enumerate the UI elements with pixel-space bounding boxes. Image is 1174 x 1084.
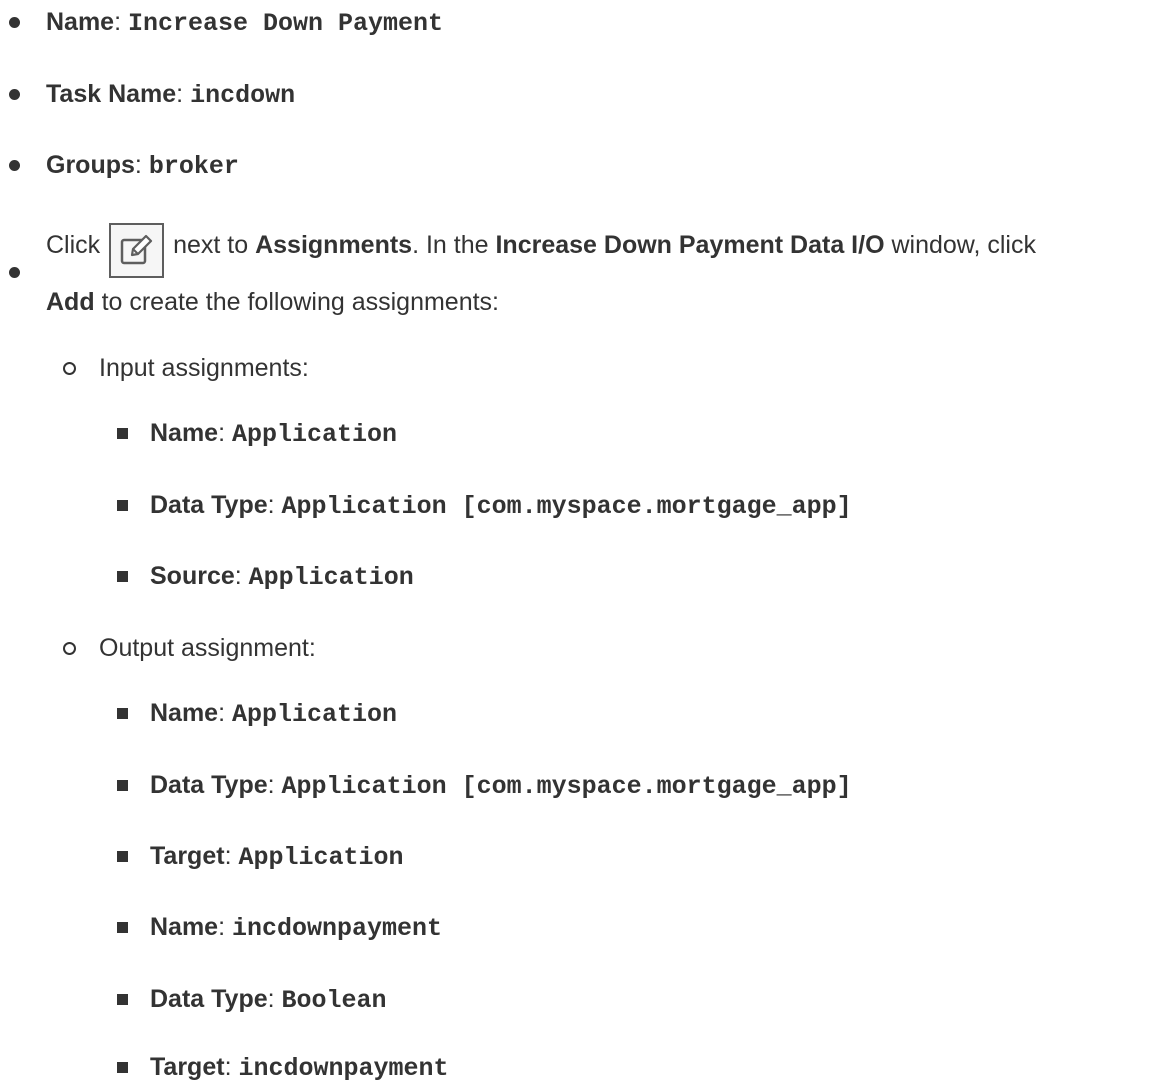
separator: : xyxy=(176,80,191,108)
separator: : xyxy=(267,491,282,519)
bullet-disc xyxy=(9,160,20,171)
bullet-square xyxy=(117,922,128,933)
item-value: incdown xyxy=(190,81,296,110)
item-label: Name xyxy=(150,419,219,447)
item-label: Source xyxy=(150,562,235,590)
output-item: Target: Application xyxy=(150,841,404,873)
separator: : xyxy=(234,562,249,590)
list-item-name: Name: Increase Down Payment xyxy=(46,7,443,39)
separator: : xyxy=(267,771,282,799)
input-heading-text: Input assignments: xyxy=(99,354,309,382)
separator: : xyxy=(134,151,149,179)
separator: : xyxy=(218,419,232,447)
item-value: Application xyxy=(238,843,404,872)
bullet-square xyxy=(117,994,128,1005)
separator: : xyxy=(267,985,282,1013)
window-click-text: window, click xyxy=(891,231,1036,259)
item-label: Target xyxy=(150,842,225,870)
bullet-square xyxy=(117,571,128,582)
input-item: Source: Application xyxy=(150,561,414,593)
input-heading: Input assignments: xyxy=(99,353,309,383)
bullet-square xyxy=(117,428,128,439)
bullet-square xyxy=(117,500,128,511)
item-value: Application xyxy=(248,563,414,592)
output-item: Target: incdownpayment xyxy=(150,1052,449,1084)
separator: : xyxy=(218,913,232,941)
next-to-text: next to xyxy=(173,231,249,259)
item-label: Groups xyxy=(46,151,135,179)
output-item: Data Type: Application [com.myspace.mort… xyxy=(150,770,852,802)
separator: : xyxy=(224,1053,239,1081)
separator: : xyxy=(224,842,239,870)
output-item: Name: incdownpayment xyxy=(150,912,442,944)
add-text: Add xyxy=(46,288,95,316)
item-value: Application xyxy=(232,420,398,449)
separator: : xyxy=(114,8,128,36)
in-the-text: . In the xyxy=(412,231,489,259)
item-label: Data Type xyxy=(150,985,268,1013)
bullet-disc xyxy=(9,267,20,278)
bullet-disc xyxy=(9,17,20,28)
input-item: Name: Application xyxy=(150,418,397,450)
input-item: Data Type: Application [com.myspace.mort… xyxy=(150,490,852,522)
item-value: Boolean xyxy=(281,986,387,1015)
assignments-step-cont: Add to create the following assignments: xyxy=(46,287,499,317)
item-label: Task Name xyxy=(46,80,177,108)
item-value: broker xyxy=(148,152,239,181)
output-heading-text: Output assignment: xyxy=(99,634,316,662)
pencil-icon xyxy=(120,234,153,265)
item-label: Name xyxy=(150,913,219,941)
list-item-task-name: Task Name: incdown xyxy=(46,79,295,111)
item-value: incdownpayment xyxy=(238,1054,449,1083)
item-value: Increase Down Payment xyxy=(128,9,444,38)
bullet-square xyxy=(117,851,128,862)
item-label: Name xyxy=(46,8,115,36)
bullet-square xyxy=(117,1062,128,1073)
click-text: Click xyxy=(46,231,101,259)
bullet-circle xyxy=(63,362,76,375)
bullet-disc xyxy=(9,89,20,100)
output-heading: Output assignment: xyxy=(99,633,316,663)
window-name: Increase Down Payment Data I/O xyxy=(495,231,885,259)
output-item: Name: Application xyxy=(150,698,397,730)
edit-icon[interactable] xyxy=(109,223,165,278)
assignments-step: Click next to Assignments. In the Increa… xyxy=(46,216,1036,278)
output-item: Data Type: Boolean xyxy=(150,984,387,1016)
bullet-square xyxy=(117,708,128,719)
bullet-square xyxy=(117,780,128,791)
item-value: Application [com.myspace.mortgage_app] xyxy=(281,772,852,801)
item-value: Application [com.myspace.mortgage_app] xyxy=(281,492,852,521)
item-value: Application xyxy=(232,700,398,729)
to-create-text: to create the following assignments: xyxy=(101,288,499,316)
assignments-text: Assignments xyxy=(255,231,413,259)
separator: : xyxy=(218,699,232,727)
bullet-circle xyxy=(63,642,76,655)
item-label: Data Type xyxy=(150,771,268,799)
item-value: incdownpayment xyxy=(232,914,443,943)
item-label: Data Type xyxy=(150,491,268,519)
list-item-groups: Groups: broker xyxy=(46,150,239,182)
item-label: Name xyxy=(150,699,219,727)
item-label: Target xyxy=(150,1053,225,1081)
